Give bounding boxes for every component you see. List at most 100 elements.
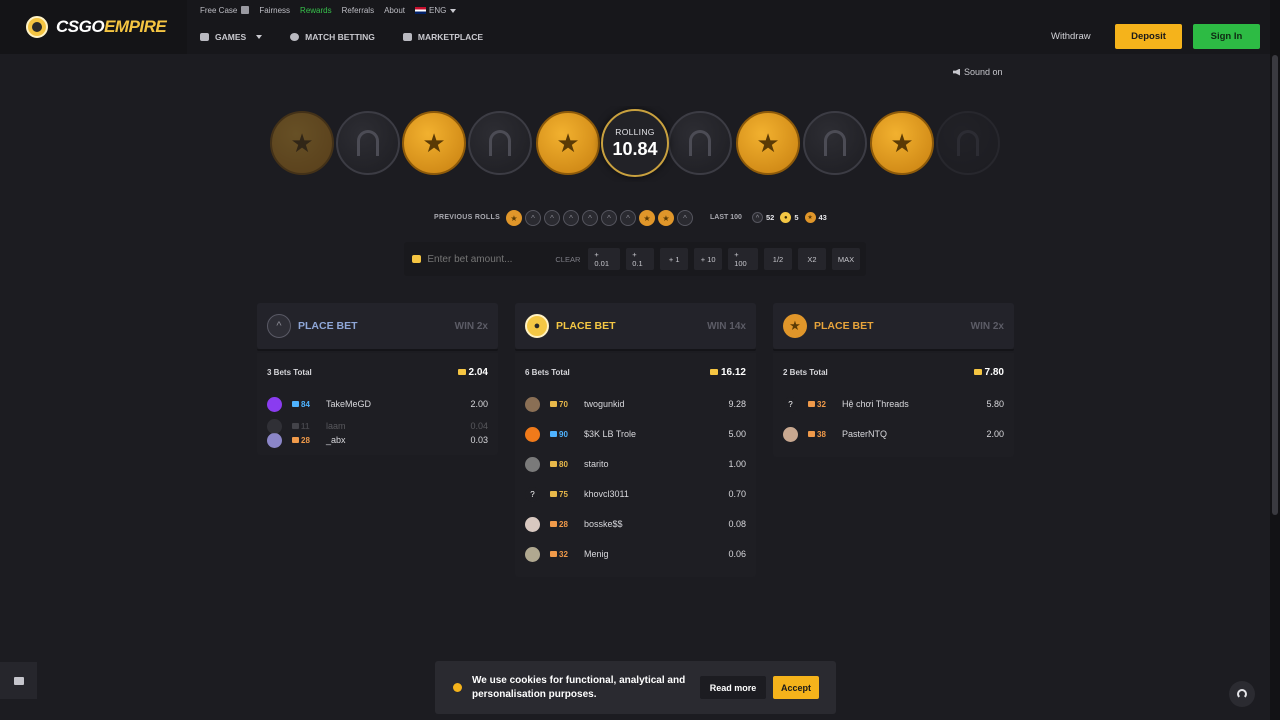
players-list: ? 32 Hệ chơi Threads 5.80 38 PasterNTQ 2… <box>783 389 1004 449</box>
player-row[interactable]: 28 bosske$$ 0.08 <box>525 509 746 539</box>
add-0.01-button[interactable]: + 0.01 <box>588 248 621 270</box>
roulette-strip: ★ ★ ★ ★ ★ ROLLING 10.84 <box>270 106 1000 182</box>
language-select[interactable]: ENG <box>414 6 457 15</box>
withdraw-link[interactable]: Withdraw <box>1051 31 1091 42</box>
place-bet-button[interactable]: ● PLACE BET WIN 14x <box>515 303 756 351</box>
avatar <box>525 546 540 562</box>
chat-icon <box>13 676 24 685</box>
roulette-coin-ct <box>468 111 532 175</box>
bets-total-row: 2 Bets Total 7.80 <box>783 363 1004 381</box>
coins-icon <box>457 369 466 375</box>
level-icon <box>292 437 299 443</box>
ct-arrow-icon <box>489 130 511 156</box>
top-links: Free Case Fairness Rewards Referrals Abo… <box>200 4 457 16</box>
deposit-button[interactable]: Deposit <box>1115 24 1182 49</box>
win-multiplier: WIN 2x <box>970 320 1004 332</box>
players-list: 70 twogunkid 9.28 90 $3K LB Trole 5.00 8… <box>525 389 746 569</box>
bets-total-label: 6 Bets Total <box>525 367 570 377</box>
roulette-coin-ct <box>936 111 1000 175</box>
roulette-coin-t: ★ <box>536 111 600 175</box>
player-name: twogunkid <box>584 399 625 409</box>
avatar <box>525 426 540 442</box>
add-0.1-button[interactable]: + 0.1 <box>626 248 655 270</box>
bets-list: 2 Bets Total 7.80 ? 32 Hệ chơi Threads 5… <box>773 353 1014 457</box>
roulette-coin-ct <box>668 111 732 175</box>
bets-list: 3 Bets Total 2.04 84 TakeMeGD 2.00 11 la… <box>257 353 498 455</box>
link-free-case[interactable]: Free Case <box>200 6 250 15</box>
nav-match-betting[interactable]: MATCH BETTING <box>290 32 375 42</box>
bet-amount-input[interactable] <box>427 253 552 265</box>
ct-arrow-icon: ^ <box>582 210 598 226</box>
add-1-button[interactable]: + 1 <box>660 248 689 270</box>
add-10-button[interactable]: + 10 <box>694 248 723 270</box>
avatar <box>783 426 798 442</box>
avatar <box>267 432 282 448</box>
link-about[interactable]: About <box>384 6 405 15</box>
ct-arrow-icon: ^ <box>544 210 560 226</box>
logo[interactable]: CSGOEMPIRE <box>0 0 187 54</box>
player-row[interactable]: 38 PasterNTQ 2.00 <box>783 419 1004 449</box>
nav-marketplace[interactable]: MARKETPLACE <box>402 32 483 42</box>
player-name: Menig <box>584 549 609 559</box>
level-badge: 28 <box>292 436 320 445</box>
player-row[interactable]: 84 TakeMeGD 2.00 <box>267 389 488 419</box>
t-star-icon: ★ <box>890 127 914 158</box>
link-referrals[interactable]: Referrals <box>342 6 374 15</box>
level-icon <box>808 401 815 407</box>
player-row[interactable]: 80 starito 1.00 <box>525 449 746 479</box>
previous-rolls-label: PREVIOUS ROLLS <box>434 214 501 221</box>
level-icon <box>550 401 557 407</box>
chevron-down-icon <box>256 35 263 39</box>
level-icon <box>292 423 299 429</box>
last100-t-count: 43 <box>818 213 827 222</box>
t-star-icon: ★ <box>290 127 314 158</box>
last100-ct-count: 52 <box>766 213 775 222</box>
sign-in-button[interactable]: Sign In <box>1193 24 1260 49</box>
ct-arrow-icon: ^ <box>752 212 763 223</box>
level-badge: 75 <box>550 490 578 499</box>
level-icon <box>550 431 557 437</box>
accept-button[interactable]: Accept <box>773 676 819 699</box>
player-row[interactable]: 28 _abx 0.03 <box>267 432 488 448</box>
sound-toggle[interactable]: Sound on <box>953 67 1003 77</box>
last100-bonus-count: 5 <box>794 213 799 222</box>
max-button[interactable]: MAX <box>832 248 861 270</box>
place-bet-button[interactable]: ^ PLACE BET WIN 2x <box>257 303 498 351</box>
level-badge: 32 <box>808 400 836 409</box>
add-100-button[interactable]: + 100 <box>728 248 759 270</box>
last100-stats: ^ 52 ● 5 ★ 43 <box>752 212 827 223</box>
rolling-indicator: ROLLING 10.84 <box>601 109 669 177</box>
roulette-coin-t: ★ <box>736 111 800 175</box>
place-bet-button[interactable]: ★ PLACE BET WIN 2x <box>773 303 1014 351</box>
level-icon <box>292 401 299 407</box>
place-bet-label: PLACE BET <box>298 320 358 332</box>
player-row[interactable]: 32 Menig 0.06 <box>525 539 746 569</box>
player-name: bosske$$ <box>584 519 623 529</box>
player-row[interactable]: ? 75 khovcl3011 0.70 <box>525 479 746 509</box>
cookie-icon <box>453 683 462 692</box>
bet-amount: 5.80 <box>986 399 1004 409</box>
nav-games[interactable]: GAMES <box>200 32 263 42</box>
avatar <box>267 396 282 412</box>
half-button[interactable]: 1/2 <box>764 248 793 270</box>
player-row[interactable]: 11 laam 0.04 <box>267 418 488 434</box>
clear-button[interactable]: CLEAR <box>555 255 580 264</box>
roulette-coin-t: ★ <box>270 111 334 175</box>
t-star-icon: ★ <box>422 127 446 158</box>
bonus-coin-icon: ● <box>780 212 792 223</box>
player-row[interactable]: 90 $3K LB Trole 5.00 <box>525 419 746 449</box>
player-row[interactable]: 70 twogunkid 9.28 <box>525 389 746 419</box>
link-fairness[interactable]: Fairness <box>259 6 290 15</box>
cookie-banner: We use cookies for functional, analytica… <box>435 661 836 714</box>
scrollbar-thumb[interactable] <box>1272 55 1278 515</box>
avatar <box>525 396 540 412</box>
chat-button[interactable] <box>0 662 37 699</box>
read-more-button[interactable]: Read more <box>700 676 766 699</box>
player-row[interactable]: ? 32 Hệ chơi Threads 5.80 <box>783 389 1004 419</box>
double-button[interactable]: X2 <box>798 248 827 270</box>
player-name: $3K LB Trole <box>584 429 637 439</box>
link-rewards[interactable]: Rewards <box>300 6 332 15</box>
level-badge: 80 <box>550 460 578 469</box>
scrollbar[interactable] <box>1270 0 1280 720</box>
support-button[interactable] <box>1229 681 1255 707</box>
